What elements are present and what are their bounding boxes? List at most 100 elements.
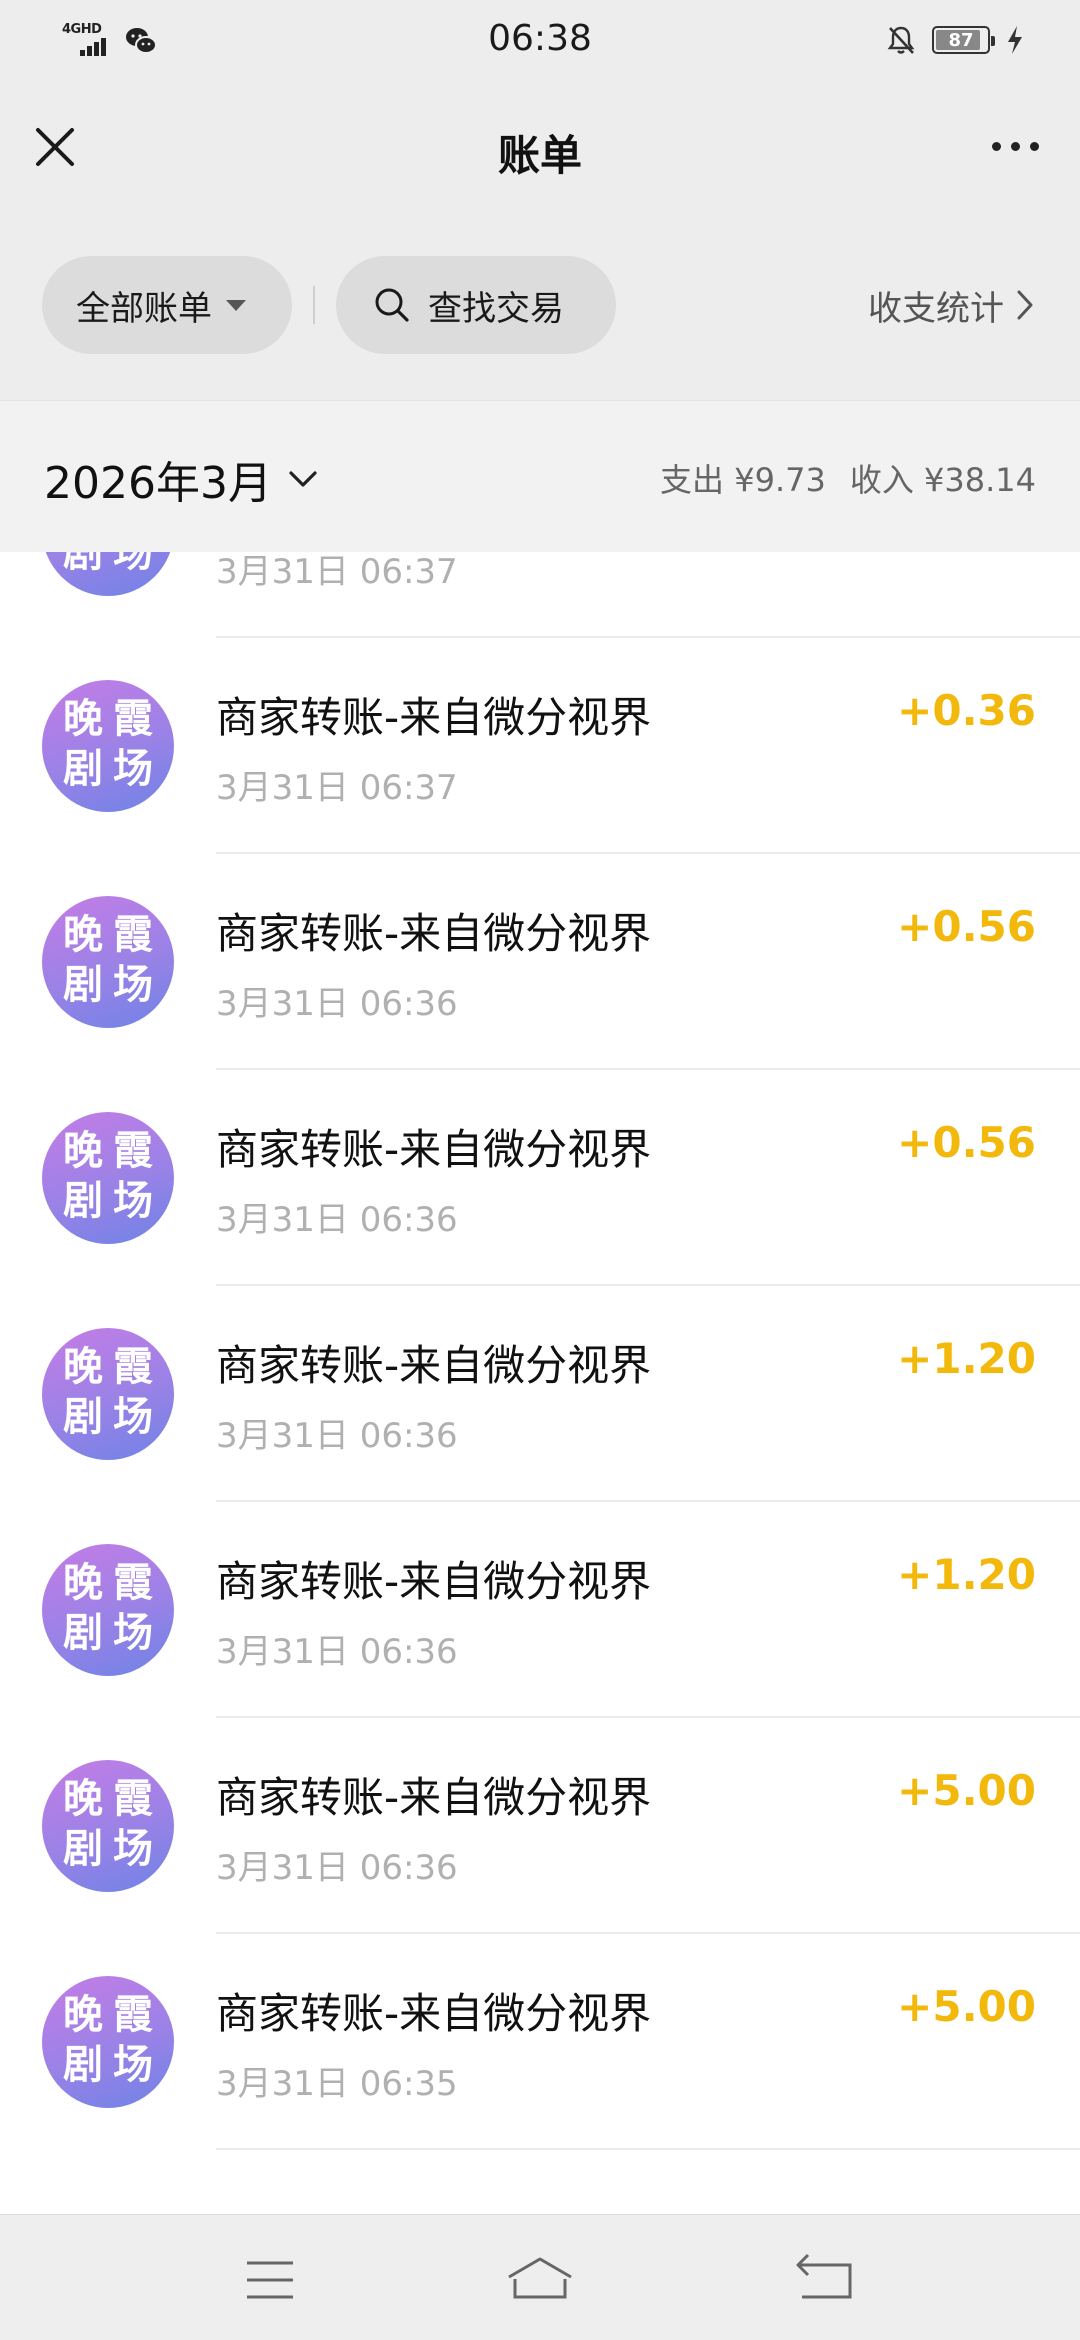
avatar-char: 霞: [113, 912, 153, 958]
filter-divider: [313, 286, 315, 324]
more-dots-icon[interactable]: [980, 126, 1050, 166]
avatar-char: 霞: [113, 1992, 153, 2038]
transaction-row[interactable]: 晚霞剧场商家转账-来自微分视界3月31日 06:37: [0, 552, 1080, 638]
merchant-avatar: 晚霞剧场: [42, 896, 174, 1028]
month-picker[interactable]: 2026年3月: [44, 447, 318, 511]
transaction-title: 商家转账-来自微分视界: [216, 1341, 652, 1390]
filter-row: 全部账单 查找交易 收支统计: [0, 256, 1080, 354]
avatar-char: 剧: [63, 552, 103, 576]
nav-bar: 账单: [0, 82, 1080, 218]
transaction-row[interactable]: 晚霞剧场商家转账-来自微分视界 3月31日 06:36 +1.20: [0, 1502, 1080, 1718]
avatar-char: 剧: [63, 1394, 103, 1440]
transaction-time: 3月31日 06:37: [216, 768, 458, 808]
search-label: 查找交易: [428, 288, 564, 329]
avatar-char: 晚: [63, 1776, 103, 1822]
avatar-char: 剧: [63, 746, 103, 792]
all-bills-filter-button[interactable]: 全部账单: [42, 256, 292, 354]
battery-icon: 87: [932, 26, 995, 54]
avatar-char: 剧: [63, 2042, 103, 2088]
income-expense-stats-link[interactable]: 收支统计: [868, 256, 1034, 354]
chevron-right-icon: [1017, 290, 1033, 320]
avatar-char: 霞: [113, 1344, 153, 1390]
transaction-amount: +5.00: [897, 1766, 1036, 1815]
status-bar: 4GHD 06:38 87: [0, 0, 1080, 82]
page-title: 账单: [497, 131, 582, 180]
merchant-avatar: 晚霞剧场: [42, 1328, 174, 1460]
month-label: 2026年3月: [44, 458, 272, 509]
transaction-list[interactable]: 晚霞剧场商家转账-来自微分视界3月31日 06:37晚霞剧场商家转账-来自微分视…: [0, 552, 1080, 2214]
avatar-char: 剧: [63, 1610, 103, 1656]
avatar-char: 晚: [63, 1992, 103, 2038]
merchant-avatar: 晚霞剧场: [42, 1760, 174, 1892]
system-nav-bar: [0, 2214, 1080, 2340]
row-separator: [216, 2148, 1080, 2150]
avatar-char: 场: [113, 1826, 153, 1872]
status-right: 87: [886, 24, 1024, 56]
all-bills-label: 全部账单: [76, 288, 212, 329]
transaction-time: 3月31日 06:36: [216, 1632, 458, 1672]
menu-icon[interactable]: [235, 2245, 305, 2315]
avatar-char: 场: [113, 1178, 153, 1224]
transaction-title: 商家转账-来自微分视界: [216, 693, 652, 742]
stats-label: 收支统计: [868, 288, 1004, 329]
transaction-title: 商家转账-来自微分视界: [216, 1557, 652, 1606]
transaction-row[interactable]: 晚霞剧场商家转账-来自微分视界 3月31日 06:37 +0.36: [0, 638, 1080, 854]
transaction-time: 3月31日 06:35: [216, 2064, 458, 2104]
avatar-char: 场: [113, 2042, 153, 2088]
transaction-amount: +1.20: [897, 1334, 1036, 1383]
avatar-char: 霞: [113, 1560, 153, 1606]
search-icon: [375, 288, 409, 322]
transaction-row[interactable]: 晚霞剧场商家转账-来自微分视界 3月31日 06:36 +0.56: [0, 1070, 1080, 1286]
merchant-avatar: 晚霞剧场: [42, 552, 174, 596]
transaction-time: 3月31日 06:36: [216, 1848, 458, 1888]
transaction-time: 3月31日 06:36: [216, 1416, 458, 1456]
month-totals: 支出 ¥9.73 收入 ¥38.14: [660, 455, 1036, 501]
transaction-amount: +5.00: [897, 1982, 1036, 2031]
bill-screen: 4GHD 06:38 87 账单 全部账单 查找交易 收支统计 2026年3月 …: [0, 0, 1080, 2340]
merchant-avatar: 晚霞剧场: [42, 1112, 174, 1244]
transaction-row[interactable]: 晚霞剧场商家转账-来自微分视界 3月31日 06:36 +1.20: [0, 1286, 1080, 1502]
transaction-amount: +0.56: [897, 1118, 1036, 1167]
avatar-char: 场: [113, 1610, 153, 1656]
mute-bell-icon: [887, 26, 915, 54]
avatar-char: 晚: [63, 696, 103, 742]
transaction-title: 商家转账-来自微分视界: [216, 1773, 652, 1822]
avatar-char: 场: [113, 746, 153, 792]
charging-bolt-icon: [1008, 26, 1022, 54]
merchant-avatar: 晚霞剧场: [42, 1976, 174, 2108]
search-transactions-button[interactable]: 查找交易: [336, 256, 616, 354]
avatar-char: 晚: [63, 912, 103, 958]
avatar-char: 霞: [113, 1776, 153, 1822]
transaction-amount: +0.36: [897, 686, 1036, 735]
transaction-title: 商家转账-来自微分视界: [216, 1989, 652, 2038]
expense-total: 支出 ¥9.73: [660, 461, 826, 499]
caret-down-icon: [226, 299, 246, 311]
transaction-row[interactable]: 晚霞剧场商家转账-来自微分视界 3月31日 06:35 +5.00: [0, 1934, 1080, 2150]
chevron-down-icon: [289, 471, 317, 487]
avatar-char: 晚: [63, 1128, 103, 1174]
transaction-title: 商家转账-来自微分视界: [216, 909, 652, 958]
avatar-char: 场: [113, 552, 153, 576]
avatar-char: 场: [113, 1394, 153, 1440]
avatar-char: 晚: [63, 1344, 103, 1390]
transaction-amount: +1.20: [897, 1550, 1036, 1599]
back-icon[interactable]: [790, 2245, 860, 2315]
home-icon[interactable]: [505, 2245, 575, 2315]
avatar-char: 场: [113, 962, 153, 1008]
avatar-char: 剧: [63, 962, 103, 1008]
avatar-char: 霞: [113, 1128, 153, 1174]
transaction-row[interactable]: 晚霞剧场商家转账-来自微分视界 3月31日 06:36 +5.00: [0, 1718, 1080, 1934]
merchant-avatar: 晚霞剧场: [42, 680, 174, 812]
income-total: 收入 ¥38.14: [849, 461, 1036, 499]
avatar-char: 剧: [63, 1826, 103, 1872]
avatar-char: 剧: [63, 1178, 103, 1224]
merchant-avatar: 晚霞剧场: [42, 1544, 174, 1676]
transaction-row[interactable]: 晚霞剧场商家转账-来自微分视界 3月31日 06:36 +0.56: [0, 854, 1080, 1070]
avatar-char: 晚: [63, 1560, 103, 1606]
transaction-time: 3月31日 06:37: [216, 552, 458, 592]
battery-level: 87: [948, 29, 974, 51]
avatar-char: 霞: [113, 696, 153, 742]
transaction-title: 商家转账-来自微分视界: [216, 1125, 652, 1174]
month-summary-bar: 2026年3月 支出 ¥9.73 收入 ¥38.14: [0, 400, 1080, 552]
transaction-time: 3月31日 06:36: [216, 984, 458, 1024]
